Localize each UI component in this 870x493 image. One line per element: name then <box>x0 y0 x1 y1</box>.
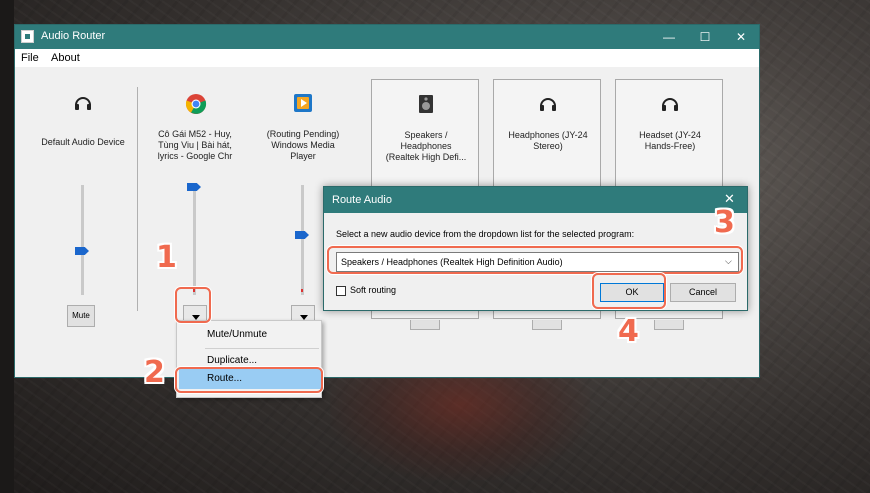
volume-slider-track[interactable] <box>301 185 304 295</box>
menu-item-duplicate[interactable]: Duplicate... <box>207 355 257 366</box>
device-chrome: Cô Gái M52 - Huy, Tùng Viu | Bài hát, ly… <box>141 79 249 327</box>
maximize-button[interactable]: ☐ <box>691 28 719 46</box>
menu-file[interactable]: File <box>21 52 39 64</box>
cancel-button[interactable]: Cancel <box>670 283 736 302</box>
headphones-icon <box>538 94 558 114</box>
step-number-3: 3 <box>714 205 735 240</box>
headphones-icon <box>73 93 93 113</box>
step-number-4: 4 <box>618 314 639 349</box>
mute-button[interactable] <box>532 320 562 330</box>
background-edge <box>0 0 14 493</box>
volume-slider-track[interactable] <box>193 185 196 295</box>
volume-slider-track[interactable] <box>81 185 84 295</box>
level-indicator <box>301 289 303 292</box>
dialog-title-bar[interactable]: Route Audio ✕ <box>324 187 747 213</box>
device-default: Default Audio Device Mute <box>29 79 137 327</box>
app-icon <box>21 30 34 43</box>
annotation-highlight-ok <box>592 273 666 309</box>
menu-separator <box>205 348 319 349</box>
mute-button[interactable]: Mute <box>67 305 95 327</box>
device-label: Headphones (JY-24 Stereo) <box>508 130 588 151</box>
chrome-icon <box>185 93 207 114</box>
soft-routing-label: Soft routing <box>350 285 397 295</box>
soft-routing-checkbox[interactable] <box>336 286 346 296</box>
speaker-icon <box>416 94 436 114</box>
headphones-icon <box>660 94 680 114</box>
menu-bar: File About <box>15 49 759 67</box>
device-label: Speakers / Headphones (Realtek High Defi… <box>385 130 467 162</box>
close-button[interactable]: ✕ <box>727 28 755 46</box>
volume-slider-thumb[interactable] <box>75 247 89 255</box>
annotation-highlight-dropdown <box>175 287 211 323</box>
media-player-icon <box>293 93 313 113</box>
dialog-title: Route Audio <box>332 194 392 206</box>
step-number-2: 2 <box>144 355 165 390</box>
device-label: Cô Gái M52 - Huy, Tùng Viu | Bài hát, ly… <box>157 129 233 161</box>
volume-slider-thumb[interactable] <box>295 231 309 239</box>
menu-item-mute-unmute[interactable]: Mute/Unmute <box>207 329 267 340</box>
annotation-highlight-route <box>175 367 323 393</box>
step-number-1: 1 <box>156 240 177 275</box>
device-label: Default Audio Device <box>41 137 125 147</box>
menu-about[interactable]: About <box>51 52 80 64</box>
column-divider <box>137 87 138 311</box>
window-title: Audio Router <box>41 30 106 42</box>
dialog-instruction: Select a new audio device from the dropd… <box>336 229 635 239</box>
mute-button[interactable] <box>654 320 684 330</box>
mute-button[interactable] <box>410 320 440 330</box>
annotation-highlight-select <box>327 246 743 274</box>
volume-slider-thumb[interactable] <box>187 183 201 191</box>
device-label: (Routing Pending) Windows Media Player <box>266 129 340 161</box>
device-label: Headset (JY-24 Hands-Free) <box>639 130 701 151</box>
title-bar[interactable]: Audio Router — ☐ ✕ <box>15 25 759 49</box>
minimize-button[interactable]: — <box>655 28 683 46</box>
